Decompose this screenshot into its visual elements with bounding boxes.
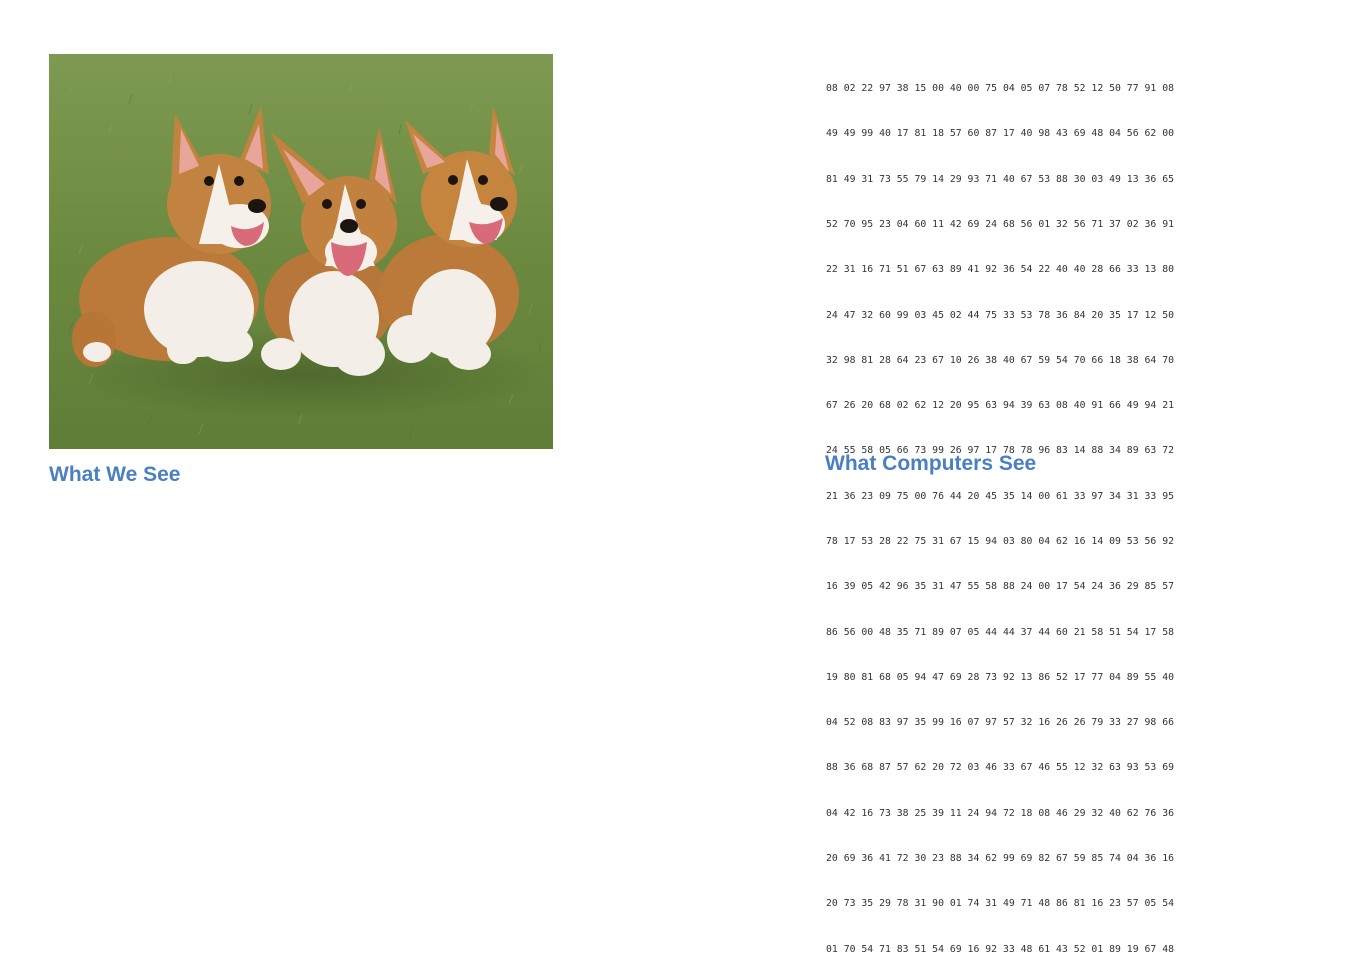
matrix-row: 08 02 22 97 38 15 00 40 00 75 04 05 07 7… — [826, 83, 1174, 95]
matrix-row: 88 36 68 87 57 62 20 72 03 46 33 67 46 5… — [826, 762, 1174, 774]
matrix-row: 04 42 16 73 38 25 39 11 24 94 72 18 08 4… — [826, 807, 1174, 819]
matrix-row: 52 70 95 23 04 60 11 42 69 24 68 56 01 3… — [826, 219, 1174, 231]
matrix-row: 21 36 23 09 75 00 76 44 20 45 35 14 00 6… — [826, 490, 1174, 502]
what-computers-see-caption: What Computers See — [825, 452, 1037, 475]
corgi-puppies-photo — [49, 54, 553, 449]
matrix-row: 22 31 16 71 51 67 63 89 41 92 36 54 22 4… — [826, 264, 1174, 276]
matrix-row: 24 47 32 60 99 03 45 02 44 75 33 53 78 3… — [826, 309, 1174, 321]
matrix-row: 67 26 20 68 02 62 12 20 95 63 94 39 63 0… — [826, 400, 1174, 412]
matrix-row: 16 39 05 42 96 35 31 47 55 58 88 24 00 1… — [826, 581, 1174, 593]
matrix-row: 78 17 53 28 22 75 31 67 15 94 03 80 04 6… — [826, 536, 1174, 547]
matrix-row: 86 56 00 48 35 71 89 07 05 44 44 37 44 6… — [826, 626, 1174, 638]
matrix-row: 32 98 81 28 64 23 67 10 26 38 40 67 59 5… — [826, 354, 1174, 366]
matrix-row: 01 70 54 71 83 51 54 69 16 92 33 48 61 4… — [826, 943, 1174, 955]
pixel-number-matrix: 08 02 22 97 38 15 00 40 00 75 04 05 07 7… — [826, 51, 1340, 972]
matrix-row: 04 52 08 83 97 35 99 16 07 97 57 32 16 2… — [826, 717, 1174, 729]
matrix-row: 49 49 99 40 17 81 18 57 60 87 17 40 98 4… — [826, 128, 1174, 140]
matrix-row: 19 80 81 68 05 94 47 69 28 73 92 13 86 5… — [826, 671, 1174, 683]
matrix-row: 20 73 35 29 78 31 90 01 74 31 49 71 48 8… — [826, 898, 1174, 910]
matrix-row: 20 69 36 41 72 30 23 88 34 62 99 69 82 6… — [826, 852, 1174, 864]
what-we-see-caption: What We See — [49, 463, 181, 486]
matrix-row: 81 49 31 73 55 79 14 29 93 71 40 67 53 8… — [826, 173, 1174, 185]
